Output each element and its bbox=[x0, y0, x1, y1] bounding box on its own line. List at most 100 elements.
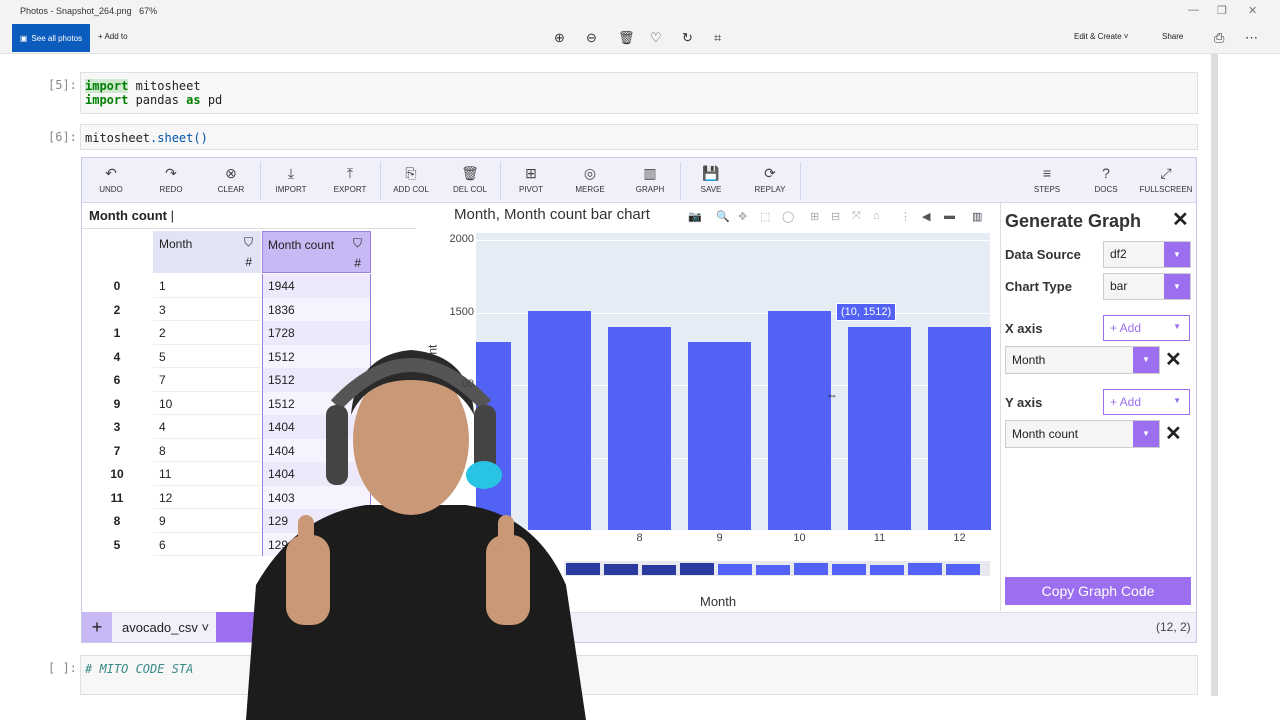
zoom-icon[interactable]: 🔍 bbox=[716, 210, 730, 223]
zoom-in-icon[interactable]: ⊕ bbox=[554, 30, 565, 46]
redo-icon: ↷ bbox=[165, 165, 177, 181]
toolbar-divider bbox=[500, 162, 501, 200]
reset-axes-icon[interactable]: ⌂ bbox=[873, 210, 880, 222]
row-index[interactable]: 4 bbox=[82, 350, 152, 364]
scrollbar[interactable] bbox=[1211, 54, 1218, 696]
row-index[interactable]: 1 bbox=[82, 326, 152, 340]
close-window-icon[interactable]: ✕ bbox=[1248, 4, 1257, 17]
redo-button[interactable]: ↷ REDO bbox=[143, 158, 199, 203]
chevron-down-icon: ▼ bbox=[1164, 242, 1190, 267]
see-all-photos-button[interactable]: ▣ See all photos bbox=[12, 24, 90, 52]
merge-button[interactable]: ◎ MERGE bbox=[562, 158, 618, 203]
y-field-select[interactable]: Month count ▼ bbox=[1005, 420, 1160, 448]
row-index[interactable]: 7 bbox=[82, 444, 152, 458]
add-sheet-button[interactable]: + bbox=[82, 612, 112, 642]
autoscale-icon[interactable]: ⤧ bbox=[852, 210, 861, 223]
favorite-icon[interactable]: ♡ bbox=[650, 30, 662, 46]
panel-title: Generate Graph bbox=[1005, 211, 1142, 231]
more-icon[interactable]: ⋯ bbox=[1245, 30, 1258, 46]
chart-type-select[interactable]: bar ▼ bbox=[1103, 273, 1191, 300]
remove-y-field-icon[interactable]: ✕ bbox=[1165, 421, 1182, 446]
plus-icon: + bbox=[98, 32, 103, 41]
remove-x-field-icon[interactable]: ✕ bbox=[1165, 347, 1182, 372]
print-icon[interactable]: ⎙ bbox=[1214, 30, 1224, 46]
spike-lines-icon[interactable]: ⋮ bbox=[900, 210, 911, 223]
copy-graph-code-button[interactable]: Copy Graph Code bbox=[1005, 577, 1191, 605]
add-y-axis-button[interactable]: + Add ▼ bbox=[1103, 389, 1190, 415]
range-slider-bar bbox=[642, 565, 676, 575]
clear-button[interactable]: ⊗ CLEAR bbox=[203, 158, 259, 203]
column-header-month-count[interactable]: Month count ⛉ # bbox=[262, 231, 371, 273]
cell-month-count[interactable]: 1836 bbox=[262, 297, 371, 321]
pivot-button[interactable]: ⊞ PIVOT bbox=[503, 158, 559, 203]
bar[interactable] bbox=[848, 326, 911, 530]
minimize-icon[interactable]: — bbox=[1188, 4, 1199, 16]
add-col-button[interactable]: ⎘ ADD COL bbox=[383, 158, 439, 203]
filter-icon[interactable]: ⛉ bbox=[353, 236, 362, 251]
row-index[interactable]: 6 bbox=[82, 373, 152, 387]
add-to-button[interactable]: + Add to bbox=[98, 32, 128, 41]
fullscreen-button[interactable]: ⤢ FULLSCREEN bbox=[1136, 158, 1196, 203]
bar[interactable] bbox=[768, 310, 831, 530]
row-index[interactable]: 9 bbox=[82, 397, 152, 411]
bar[interactable] bbox=[688, 342, 751, 530]
edit-create-button[interactable]: Edit & Create ˅ bbox=[1074, 32, 1128, 41]
add-x-axis-button[interactable]: + Add ▼ bbox=[1103, 315, 1190, 341]
cell-prompt: [ ]: bbox=[48, 661, 77, 675]
filter-icon[interactable]: ⛉ bbox=[244, 235, 253, 250]
crop-icon[interactable]: ⌗ bbox=[714, 30, 721, 46]
replay-button[interactable]: ⟳ REPLAY bbox=[742, 158, 798, 203]
docs-button[interactable]: ? DOCS bbox=[1078, 158, 1134, 203]
delete-icon[interactable]: 🗑 bbox=[618, 30, 635, 46]
steps-button[interactable]: ≡ STEPS bbox=[1019, 158, 1075, 203]
zoom-out-icon[interactable]: ⊖ bbox=[586, 30, 597, 46]
hover-compare-icon[interactable]: ▬ bbox=[944, 210, 955, 222]
code-cell[interactable]: mitosheet.sheet() bbox=[80, 124, 1198, 150]
code-cell[interactable]: import mitosheet import pandas as pd bbox=[80, 72, 1198, 114]
data-source-select[interactable]: df2 ▼ bbox=[1103, 241, 1191, 268]
import-button[interactable]: ⤓ IMPORT bbox=[263, 158, 319, 203]
zoom-out-plot-icon[interactable]: ⊟ bbox=[831, 210, 840, 223]
cell-month[interactable]: 2 bbox=[153, 321, 261, 345]
camera-icon[interactable]: 📷 bbox=[688, 210, 702, 223]
restore-icon[interactable]: ❐ bbox=[1217, 4, 1227, 17]
cell-month[interactable]: 3 bbox=[153, 298, 261, 321]
close-panel-icon[interactable]: ✕ bbox=[1172, 207, 1189, 232]
row-index[interactable]: 10 bbox=[82, 467, 152, 481]
cell-month[interactable]: 1 bbox=[153, 274, 261, 298]
row-index[interactable]: 2 bbox=[82, 303, 152, 317]
graph-button[interactable]: ▥ GRAPH bbox=[622, 158, 678, 203]
save-icon: 💾 bbox=[702, 165, 720, 181]
chevron-down-icon: ▼ bbox=[1164, 274, 1190, 299]
formula-bar[interactable]: Month count | bbox=[82, 203, 416, 229]
box-select-icon[interactable]: ⬚ bbox=[760, 210, 770, 223]
bar[interactable] bbox=[928, 326, 991, 530]
row-index[interactable]: 5 bbox=[82, 538, 152, 552]
cell-month-count[interactable]: 1944 bbox=[262, 274, 371, 298]
column-header-month[interactable]: Month ⛉ # bbox=[153, 231, 261, 273]
undo-label: UNDO bbox=[99, 185, 123, 194]
formula-text: Month count bbox=[89, 208, 167, 223]
row-index[interactable]: 0 bbox=[82, 279, 152, 293]
webcam-overlay-person bbox=[246, 350, 586, 720]
undo-button[interactable]: ↶ UNDO bbox=[83, 158, 139, 203]
export-button[interactable]: ⤒ EXPORT bbox=[322, 158, 378, 203]
plotly-logo-icon[interactable]: ▥ bbox=[972, 210, 982, 223]
steps-label: STEPS bbox=[1033, 185, 1061, 194]
row-index[interactable]: 3 bbox=[82, 420, 152, 434]
row-index[interactable]: 11 bbox=[82, 491, 152, 505]
hover-tooltip: (10, 1512) bbox=[836, 303, 897, 321]
zoom-in-plot-icon[interactable]: ⊞ bbox=[810, 210, 819, 223]
cell-month-count[interactable]: 1728 bbox=[262, 321, 371, 345]
x-field-select[interactable]: Month ▼ bbox=[1005, 346, 1160, 374]
del-col-button[interactable]: 🗑 DEL COL bbox=[442, 158, 498, 203]
data-source-label: Data Source bbox=[1005, 247, 1081, 262]
bar-chart-icon: ▥ bbox=[643, 165, 657, 181]
save-button[interactable]: 💾 SAVE bbox=[683, 158, 739, 203]
rotate-icon[interactable]: ↻ bbox=[682, 30, 693, 46]
hover-closest-icon[interactable]: ◀ bbox=[922, 210, 930, 223]
lasso-icon[interactable]: ◯ bbox=[782, 210, 794, 223]
pan-icon[interactable]: ✥ bbox=[738, 210, 747, 223]
share-button[interactable]: Share bbox=[1162, 32, 1183, 41]
row-index[interactable]: 8 bbox=[82, 514, 152, 528]
